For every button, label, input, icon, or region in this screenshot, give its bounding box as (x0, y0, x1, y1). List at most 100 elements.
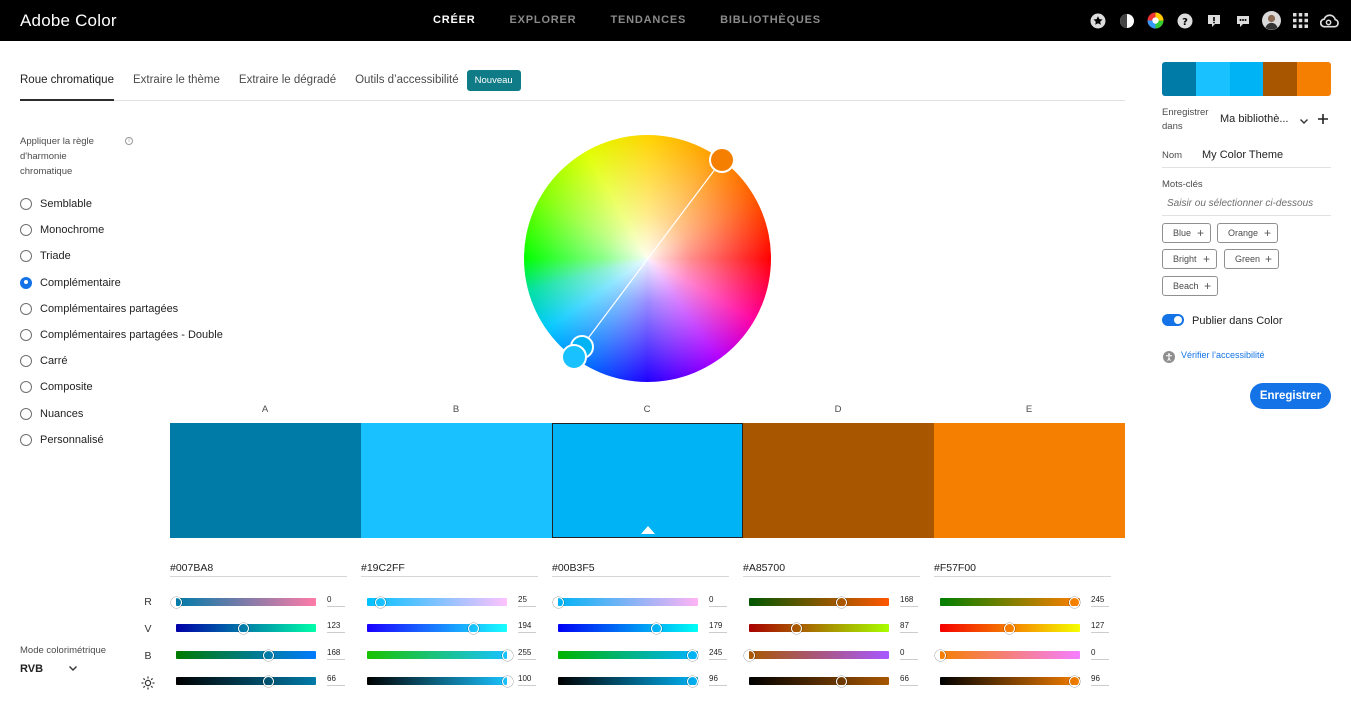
keywords-input[interactable]: Saisir ou sélectionner ci-dessous (1167, 198, 1313, 209)
add-library-icon[interactable] (1317, 112, 1329, 130)
contrast-icon[interactable] (1117, 11, 1136, 30)
radio-button[interactable] (20, 250, 32, 263)
slider-knob[interactable] (650, 622, 662, 634)
keyword-tag[interactable]: Blue + (1162, 223, 1211, 243)
swatch-b[interactable] (361, 423, 552, 538)
slider-r[interactable] (367, 596, 507, 608)
slider-value-r[interactable]: 0 (709, 594, 727, 607)
creative-cloud-icon[interactable] (1320, 11, 1339, 30)
publish-toggle[interactable] (1162, 314, 1184, 326)
slider-b[interactable] (934, 649, 1080, 661)
nav-creer[interactable]: CRÉER (433, 0, 476, 41)
slider-knob[interactable] (262, 649, 274, 661)
swatch-c[interactable] (552, 423, 743, 538)
rule-option[interactable]: Semblable (20, 191, 223, 217)
slider-b[interactable] (176, 649, 316, 661)
radio-button-selected[interactable] (20, 276, 32, 289)
slider-r[interactable] (749, 596, 889, 608)
slider-knob[interactable] (501, 675, 513, 687)
slider-knob[interactable] (1004, 622, 1016, 634)
rule-option[interactable]: Triade (20, 243, 223, 269)
hex-input-e[interactable]: #F57F00 (934, 559, 1111, 577)
nav-tendances[interactable]: TENDANCES (610, 0, 686, 41)
swatch-a[interactable] (170, 423, 361, 538)
slider-knob[interactable] (835, 675, 847, 687)
slider-value-g[interactable]: 123 (327, 620, 345, 633)
slider-b[interactable] (743, 649, 889, 661)
nav-explorer[interactable]: EXPLORER (510, 0, 577, 41)
slider-r[interactable] (170, 596, 316, 608)
slider-value-brightness[interactable]: 100 (518, 673, 536, 686)
slider-brightness[interactable] (940, 675, 1080, 687)
rule-option[interactable]: Composite (20, 374, 223, 400)
slider-value-b[interactable]: 245 (709, 647, 727, 660)
slider-g[interactable] (176, 622, 316, 634)
swatch-e[interactable] (934, 423, 1125, 538)
slider-value-b[interactable]: 0 (1091, 647, 1109, 660)
slider-value-g[interactable]: 194 (518, 620, 536, 633)
rule-option[interactable]: Monochrome (20, 217, 223, 243)
slider-value-brightness[interactable]: 66 (327, 673, 345, 686)
slider-brightness[interactable] (558, 675, 698, 687)
rule-option[interactable]: Complémentaire (20, 270, 223, 296)
slider-r[interactable] (552, 596, 698, 608)
chevron-down-icon[interactable] (1299, 113, 1309, 131)
slider-value-b[interactable]: 168 (327, 647, 345, 660)
keyword-tag[interactable]: Bright + (1162, 249, 1217, 269)
slider-knob[interactable] (934, 649, 946, 661)
slider-value-brightness[interactable]: 96 (709, 673, 727, 686)
mode-select[interactable]: RVB (20, 663, 80, 679)
chat-icon[interactable] (1233, 11, 1252, 30)
theme-name-input[interactable]: My Color Theme (1202, 149, 1283, 161)
radio-button[interactable] (20, 224, 32, 237)
slider-knob[interactable] (686, 675, 698, 687)
wheel-handle-b[interactable] (561, 344, 587, 370)
slider-g[interactable] (940, 622, 1080, 634)
radio-button[interactable] (20, 329, 32, 342)
info-icon[interactable]: i (125, 137, 133, 145)
library-select[interactable]: Ma bibliothè... (1220, 113, 1288, 125)
star-icon[interactable] (1088, 11, 1107, 30)
slider-brightness[interactable] (176, 675, 316, 687)
radio-button[interactable] (20, 381, 32, 394)
color-wheel-icon[interactable] (1146, 11, 1165, 30)
hex-input-b[interactable]: #19C2FF (361, 559, 538, 577)
slider-r[interactable] (940, 596, 1080, 608)
slider-value-brightness[interactable]: 96 (1091, 673, 1109, 686)
apps-grid-icon[interactable] (1291, 11, 1310, 30)
slider-knob[interactable] (238, 622, 250, 634)
slider-knob[interactable] (468, 622, 479, 634)
slider-knob[interactable] (1069, 596, 1080, 608)
app-title[interactable]: Adobe Color (20, 11, 117, 31)
radio-button[interactable] (20, 433, 32, 446)
slider-g[interactable] (749, 622, 889, 634)
rule-option[interactable]: Complémentaires partagées - Double (20, 322, 223, 348)
color-wheel[interactable] (524, 135, 771, 382)
slider-g[interactable] (367, 622, 507, 634)
slider-value-b[interactable]: 0 (900, 647, 918, 660)
rule-option[interactable]: Carré (20, 348, 223, 374)
slider-b[interactable] (558, 649, 698, 661)
keyword-tag[interactable]: Green + (1224, 249, 1279, 269)
slider-value-g[interactable]: 87 (900, 620, 918, 633)
slider-value-r[interactable]: 168 (900, 594, 918, 607)
keyword-tag[interactable]: Orange + (1217, 223, 1278, 243)
slider-knob[interactable] (687, 649, 698, 661)
slider-value-r[interactable]: 25 (518, 594, 536, 607)
help-icon[interactable]: ? (1175, 11, 1194, 30)
slider-value-r[interactable]: 245 (1091, 594, 1109, 607)
slider-knob[interactable] (501, 649, 513, 661)
slider-value-b[interactable]: 255 (518, 647, 536, 660)
swatch-d[interactable] (743, 423, 934, 538)
slider-brightness[interactable] (749, 675, 889, 687)
tab-extraire-theme[interactable]: Extraire le thème (133, 68, 220, 101)
radio-button[interactable] (20, 407, 32, 420)
slider-knob[interactable] (791, 622, 803, 634)
hex-input-d[interactable]: #A85700 (743, 559, 920, 577)
slider-value-r[interactable]: 0 (327, 594, 345, 607)
save-button[interactable]: Enregistrer (1250, 383, 1331, 409)
slider-knob[interactable] (835, 596, 847, 608)
tab-roue-chromatique[interactable]: Roue chromatique (20, 68, 114, 101)
hex-input-a[interactable]: #007BA8 (170, 559, 347, 577)
check-accessibility-link[interactable]: Vérifier l’accessibilité (1181, 350, 1265, 360)
